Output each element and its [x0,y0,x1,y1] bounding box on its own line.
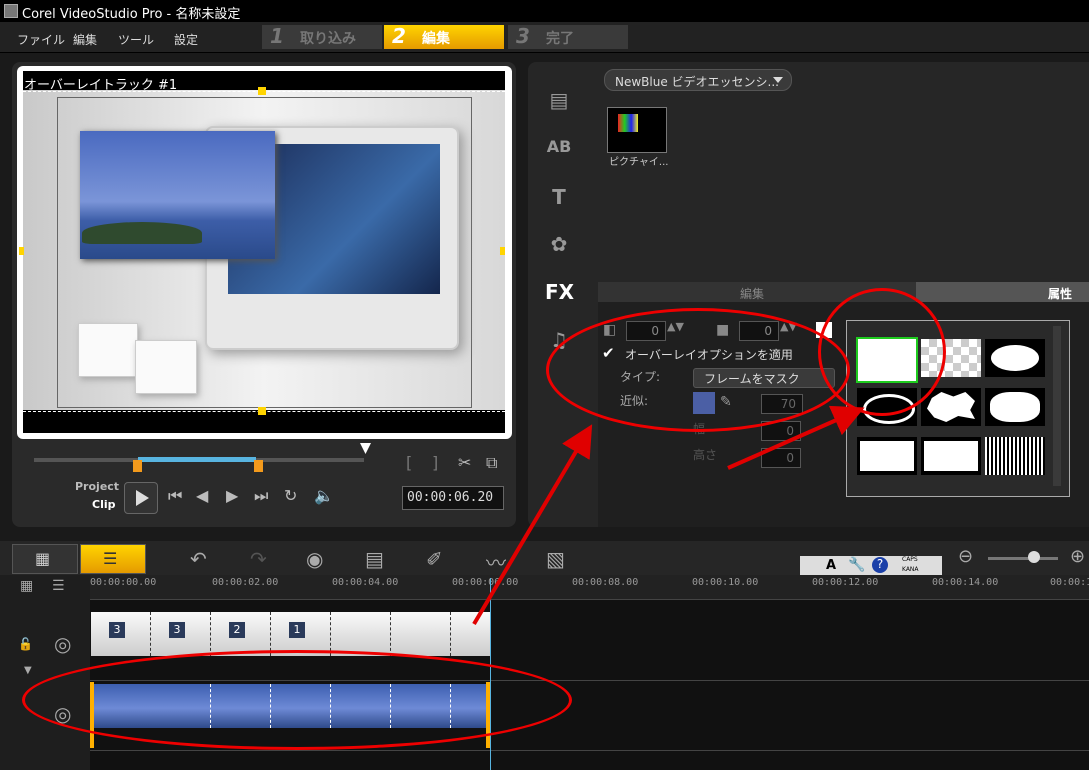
annotation-arrows [472,405,865,626]
